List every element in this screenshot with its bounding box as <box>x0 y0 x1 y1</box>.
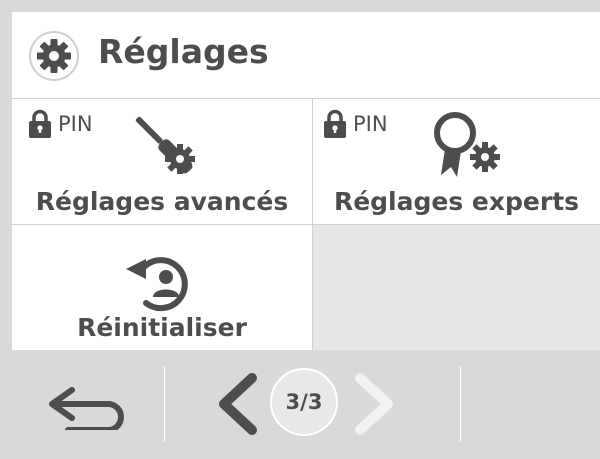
pin-label: PIN <box>353 112 388 136</box>
lock-icon <box>324 109 346 138</box>
header: Réglages <box>12 12 600 98</box>
lock-icon <box>29 109 51 138</box>
settings-screen: Réglages PIN Réglages avancés PIN Réglag… <box>12 12 600 459</box>
chevron-left-icon[interactable] <box>214 372 260 436</box>
footer-nav: 3/3 <box>12 350 600 459</box>
empty-tile <box>313 225 600 350</box>
pin-lock: PIN <box>28 109 93 139</box>
divider <box>164 366 165 442</box>
page-indicator-text: 3/3 <box>285 390 323 414</box>
pin-lock: PIN <box>323 109 388 139</box>
page-indicator: 3/3 <box>270 368 338 436</box>
tile-reset[interactable]: Réinitialiser <box>12 225 312 350</box>
reset-user-icon <box>126 257 188 312</box>
tile-label: Réglages avancés <box>35 187 289 216</box>
tile-label: Réinitialiser <box>77 313 247 342</box>
tile-expert-settings[interactable]: PIN Réglages experts <box>313 99 600 224</box>
chevron-right-icon[interactable] <box>352 372 398 436</box>
expert-award-gear-icon <box>434 112 500 177</box>
tile-label: Réglages experts <box>333 187 580 216</box>
back-arrow-icon[interactable] <box>48 384 132 430</box>
tile-advanced-settings[interactable]: PIN Réglages avancés <box>12 99 312 224</box>
tools-gear-icon <box>135 116 195 174</box>
gear-icon <box>29 31 79 81</box>
divider <box>460 366 461 442</box>
page-title: Réglages <box>98 32 269 71</box>
pin-label: PIN <box>58 112 93 136</box>
